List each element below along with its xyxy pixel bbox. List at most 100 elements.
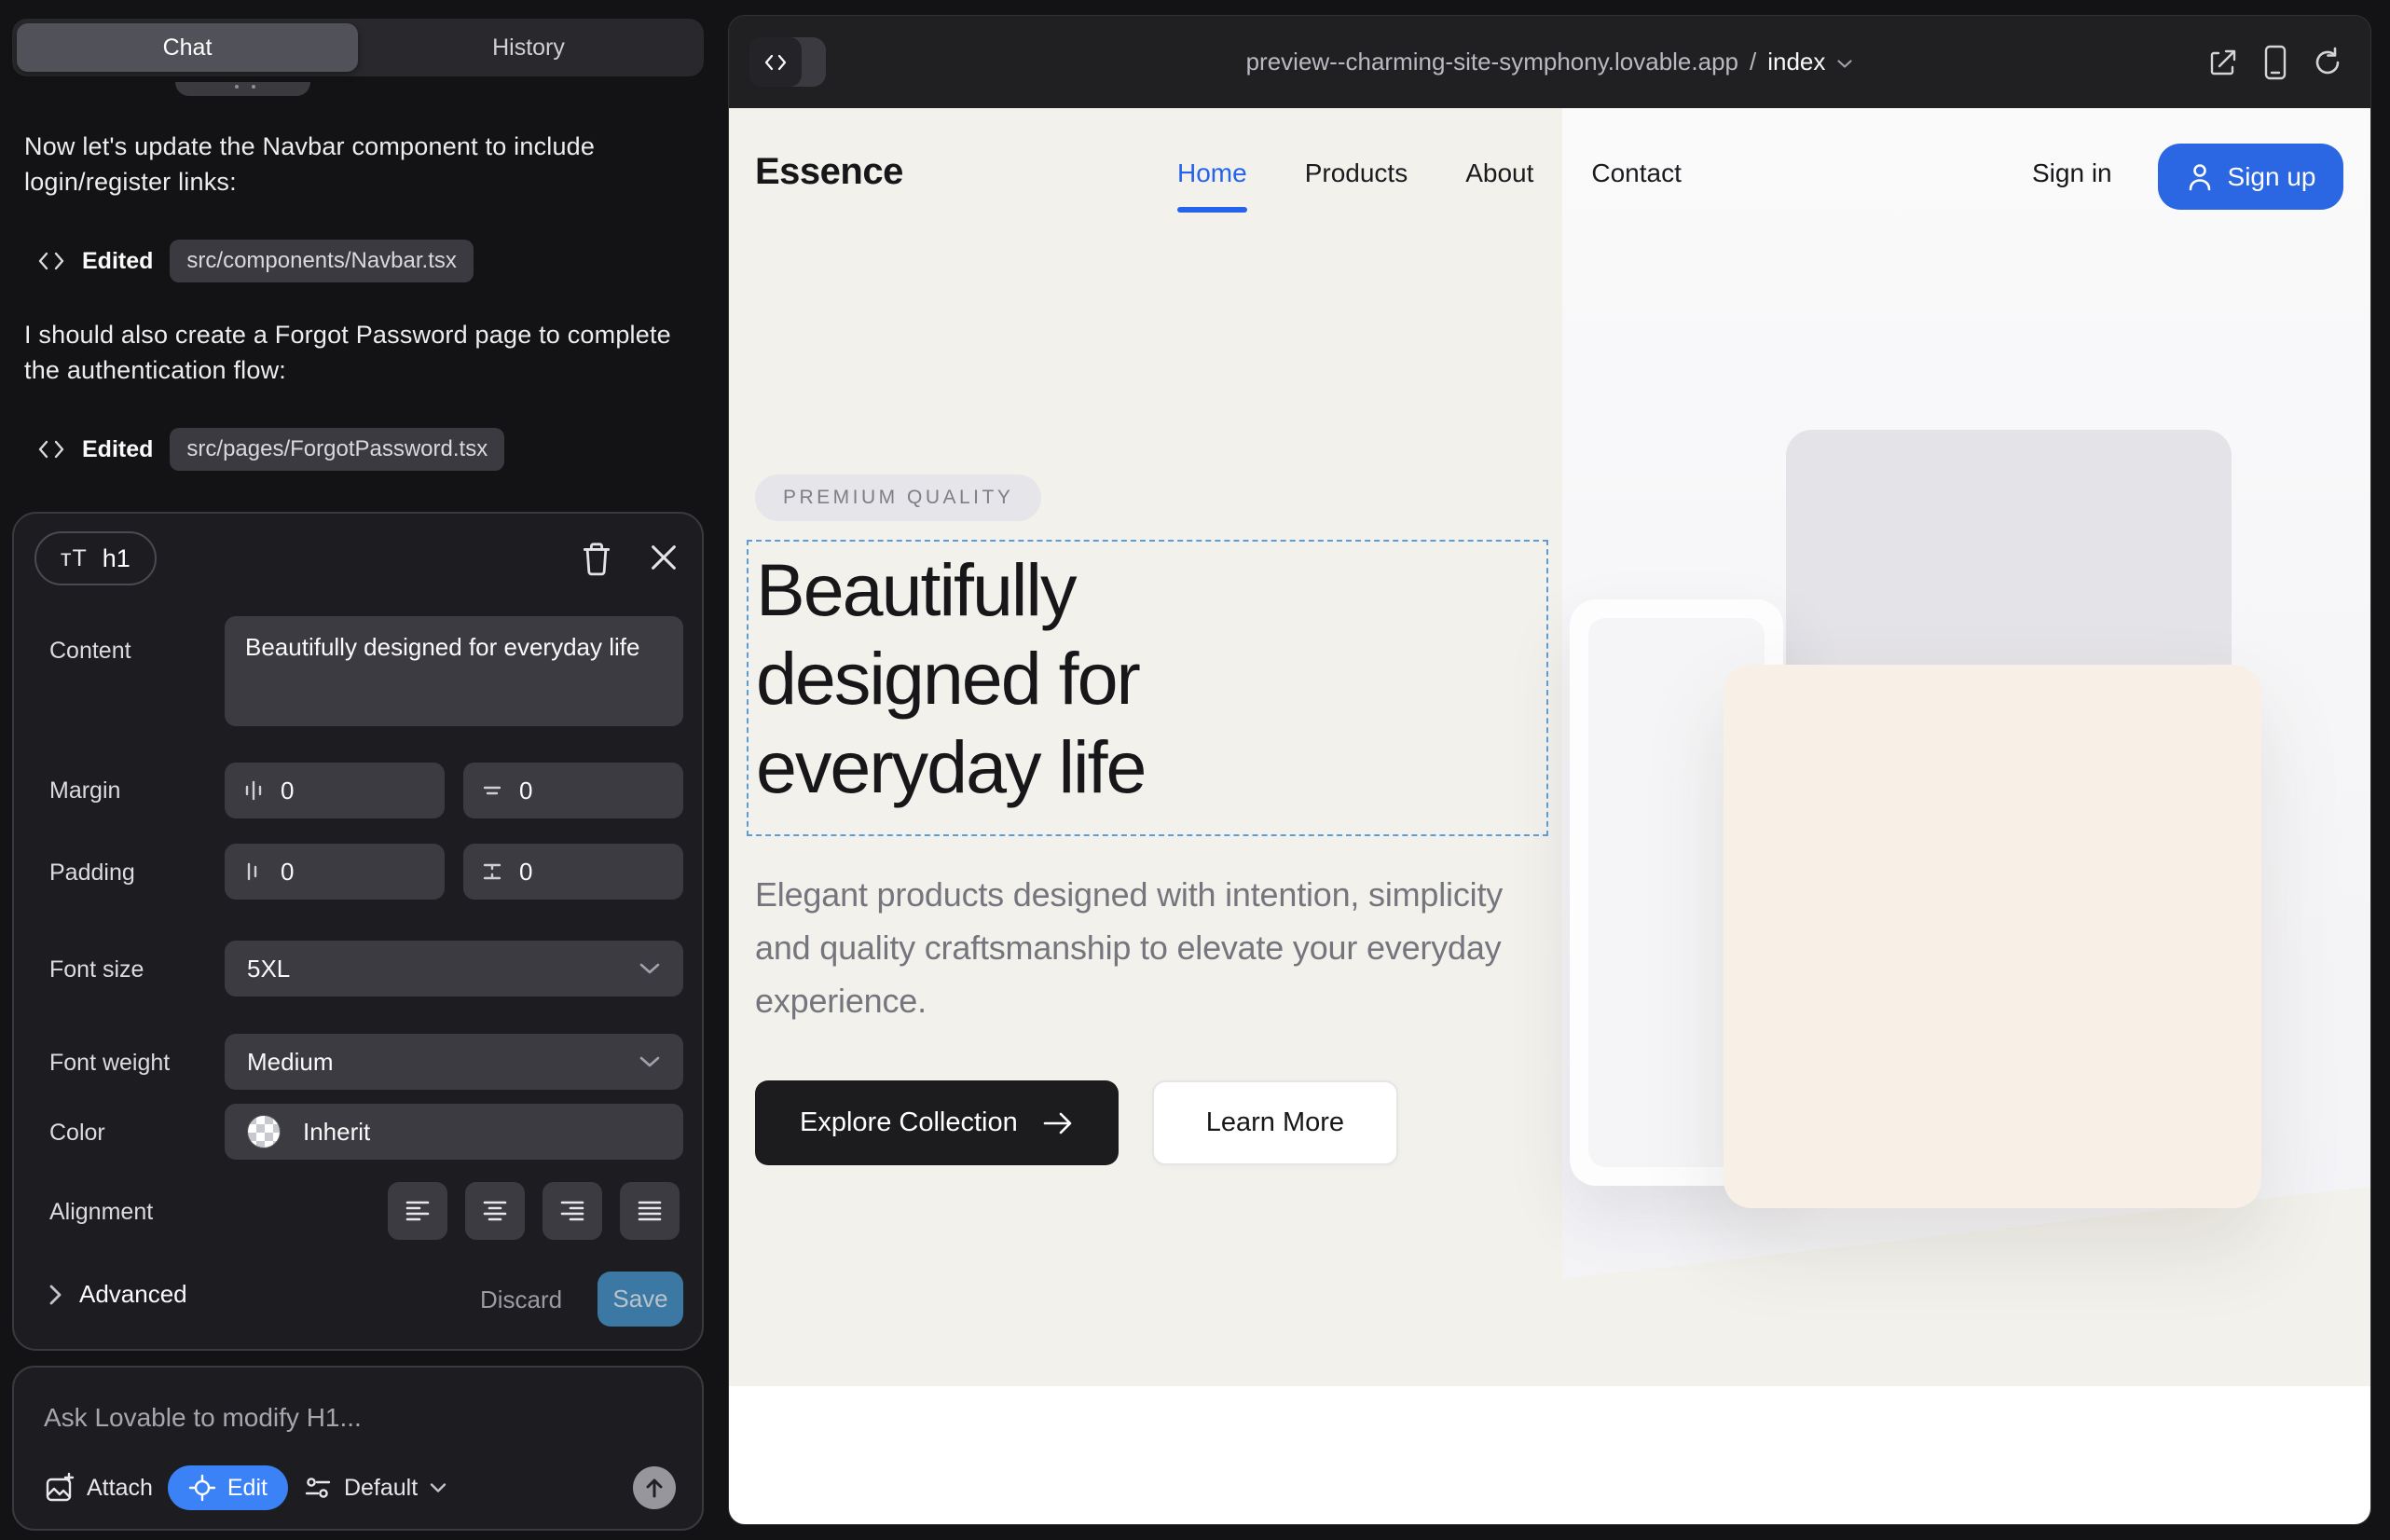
mobile-icon (2264, 45, 2287, 80)
align-right-icon (558, 1199, 586, 1223)
hero-cta-row: Explore Collection Learn More (755, 1080, 1398, 1165)
edited-file-row: Edited src/pages/ForgotPassword.tsx (37, 428, 504, 471)
padding-horizontal-icon (241, 859, 266, 884)
url-page: index (1767, 48, 1825, 76)
selected-element-tag[interactable]: тT h1 (34, 531, 157, 585)
element-tag-name: h1 (103, 544, 130, 573)
open-external-icon (2206, 46, 2240, 79)
margin-horizontal-icon (241, 778, 266, 803)
padding-vertical-icon (480, 859, 504, 884)
chat-composer[interactable]: Ask Lovable to modify H1... Attach Edit … (12, 1366, 704, 1531)
site-navbar: Essence Home Products About Contact Sign… (729, 108, 2370, 248)
chevron-down-icon (639, 1055, 661, 1068)
font-size-label: Font size (49, 956, 144, 983)
color-select[interactable]: Inherit (225, 1104, 683, 1160)
signup-button[interactable]: Sign up (2158, 144, 2343, 210)
margin-label: Margin (49, 777, 120, 804)
hero-paragraph[interactable]: Elegant products designed with intention… (755, 869, 1529, 1028)
transparent-swatch-icon (247, 1115, 281, 1148)
sidebar-tabbar: Chat History (12, 19, 704, 76)
site-nav-links: Home Products About Contact (1177, 158, 1682, 188)
edit-mode-button[interactable]: Edit (168, 1465, 288, 1510)
browser-actions (2206, 16, 2344, 108)
scrolled-pill-fragment (175, 82, 310, 96)
font-weight-label: Font weight (49, 1050, 170, 1077)
align-center-icon (481, 1199, 509, 1223)
edit-target-icon (188, 1474, 216, 1502)
nav-link-home[interactable]: Home (1177, 158, 1247, 188)
url-host: preview--charming-site-symphony.lovable.… (1246, 48, 1738, 76)
composer-toolbar: Attach Edit Default (44, 1465, 676, 1510)
preview-panel: preview--charming-site-symphony.lovable.… (728, 15, 2371, 1525)
delete-element-button[interactable] (581, 542, 612, 577)
hero-card-cream (1724, 665, 2261, 1208)
sliders-icon (303, 1474, 333, 1502)
chevron-down-icon (429, 1482, 447, 1493)
align-center-button[interactable] (465, 1182, 525, 1240)
edited-file-row: Edited src/components/Navbar.tsx (37, 240, 474, 282)
content-input[interactable]: Beautifully designed for everyday life (225, 616, 683, 726)
model-default-button[interactable]: Default (303, 1474, 447, 1502)
chevron-right-icon (48, 1283, 62, 1307)
padding-y-input[interactable]: 0 (463, 844, 683, 900)
save-button[interactable]: Save (598, 1272, 683, 1327)
code-icon (37, 439, 65, 460)
nav-link-products[interactable]: Products (1305, 158, 1408, 188)
advanced-toggle[interactable]: Advanced (48, 1280, 187, 1309)
element-editor-panel: тT h1 Content Beautifully designed for e… (12, 512, 704, 1351)
send-button[interactable] (633, 1466, 676, 1509)
font-size-select[interactable]: 5XL (225, 941, 683, 997)
align-left-icon (404, 1199, 432, 1223)
alignment-buttons (388, 1182, 680, 1240)
send-up-icon (644, 1477, 665, 1499)
edited-label: Edited (82, 436, 153, 463)
file-chip[interactable]: src/pages/ForgotPassword.tsx (170, 428, 504, 471)
align-left-button[interactable] (388, 1182, 447, 1240)
premium-quality-badge: PREMIUM QUALITY (755, 474, 1041, 521)
font-weight-select[interactable]: Medium (225, 1034, 683, 1090)
alignment-label: Alignment (49, 1199, 153, 1226)
align-right-button[interactable] (543, 1182, 602, 1240)
color-label: Color (49, 1120, 105, 1147)
align-justify-button[interactable] (620, 1182, 680, 1240)
site-logo[interactable]: Essence (755, 151, 903, 193)
open-external-button[interactable] (2206, 46, 2240, 79)
code-icon (37, 251, 65, 271)
signin-link[interactable]: Sign in (2032, 158, 2112, 188)
composer-input[interactable]: Ask Lovable to modify H1... (44, 1403, 362, 1433)
content-label: Content (49, 638, 131, 665)
tab-chat[interactable]: Chat (17, 23, 358, 72)
nav-link-contact[interactable]: Contact (1591, 158, 1682, 188)
heading-icon: тT (61, 545, 88, 572)
close-icon[interactable] (648, 542, 680, 573)
padding-x-input[interactable]: 0 (225, 844, 445, 900)
padding-label: Padding (49, 859, 135, 887)
code-preview-toggle[interactable] (749, 37, 826, 87)
file-chip[interactable]: src/components/Navbar.tsx (170, 240, 473, 282)
nav-link-about[interactable]: About (1465, 158, 1533, 188)
margin-x-input[interactable]: 0 (225, 763, 445, 818)
chevron-down-icon (1836, 59, 1853, 69)
margin-y-input[interactable]: 0 (463, 763, 683, 818)
code-icon (749, 37, 802, 87)
refresh-button[interactable] (2311, 46, 2344, 79)
refresh-icon (2311, 46, 2344, 79)
site-viewport: Essence Home Products About Contact Sign… (729, 108, 2370, 1524)
preview-browser-bar: preview--charming-site-symphony.lovable.… (729, 16, 2370, 108)
chat-message: I should also create a Forgot Password p… (24, 317, 690, 389)
chevron-down-icon (639, 962, 661, 975)
discard-button[interactable]: Discard (480, 1286, 562, 1314)
lovable-app: { "sidebar": { "tabs": [ { "label": "Cha… (0, 0, 2390, 1540)
chat-message: Now let's update the Navbar component to… (24, 129, 690, 200)
tab-history[interactable]: History (358, 23, 699, 72)
explore-collection-button[interactable]: Explore Collection (755, 1080, 1119, 1165)
edited-label: Edited (82, 248, 153, 275)
hero-heading[interactable]: Beautifully designed for everyday life (756, 546, 1146, 811)
url-bar[interactable]: preview--charming-site-symphony.lovable.… (1246, 48, 1854, 76)
url-separator: / (1750, 48, 1756, 76)
arrow-right-icon (1042, 1111, 1074, 1135)
learn-more-button[interactable]: Learn More (1152, 1080, 1398, 1165)
attach-button[interactable]: Attach (44, 1472, 153, 1504)
attach-image-icon (44, 1472, 76, 1504)
mobile-view-button[interactable] (2264, 45, 2287, 80)
